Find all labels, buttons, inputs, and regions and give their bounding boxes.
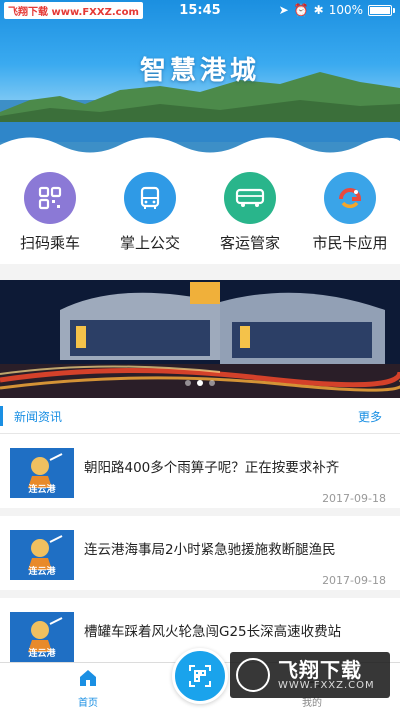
tab-home[interactable]: 首页 bbox=[48, 667, 128, 709]
alarm-icon: ⏰ bbox=[293, 3, 309, 17]
bluetooth-icon: ✱ bbox=[313, 3, 324, 17]
banner-dot[interactable] bbox=[209, 380, 215, 386]
news-thumbnail: 连云港 bbox=[10, 530, 74, 580]
wave-divider bbox=[0, 137, 400, 160]
news-thumbnail: 连云港 bbox=[10, 612, 74, 662]
quick-label: 掌上公交 bbox=[119, 234, 180, 252]
watermark-text: 飞翔下载 bbox=[278, 658, 362, 682]
quick-label: 客运管家 bbox=[219, 234, 280, 252]
status-icons: ➤ ⏰ ✱ 100% bbox=[278, 3, 395, 17]
battery-icon bbox=[368, 4, 395, 16]
watermark-url: WWW.FXXZ.COM bbox=[278, 680, 375, 691]
quick-bus[interactable]: 掌上公交 bbox=[100, 172, 200, 253]
quick-actions: 扫码乘车 掌上公交 客运管家 市民卡应用 bbox=[0, 160, 400, 264]
overlay-watermark: 飞翔下载 WWW.FXXZ.COM bbox=[230, 652, 390, 698]
banner-pagination bbox=[0, 380, 400, 386]
quick-label: 扫码乘车 bbox=[19, 234, 80, 252]
brt-banner[interactable] bbox=[0, 280, 400, 398]
quick-citizen-card[interactable]: 市民卡应用 bbox=[300, 172, 400, 253]
status-bar: 飞翔下载 www.FXXZ.com 15:45 ➤ ⏰ ✱ 100% bbox=[0, 0, 400, 22]
header-banner: 飞翔下载 www.FXXZ.com 15:45 ➤ ⏰ ✱ 100% 智慧港城 bbox=[0, 0, 400, 160]
watermark-logo-icon bbox=[236, 658, 270, 692]
news-item[interactable]: 连云港 连云港海事局2小时紧急驰援施救断腿渔民 2017-09-18 bbox=[0, 516, 400, 598]
scan-icon bbox=[189, 665, 211, 687]
quick-coach[interactable]: 客运管家 bbox=[200, 172, 300, 253]
news-item[interactable]: 连云港 朝阳路400多个雨箅子呢？正在按要求补齐 2017-09-18 bbox=[0, 434, 400, 516]
citizen-card-icon bbox=[324, 172, 376, 224]
news-accent-bar bbox=[0, 406, 3, 426]
banner-dot-active[interactable] bbox=[197, 380, 203, 386]
tab-home-label: 首页 bbox=[78, 698, 98, 709]
home-icon bbox=[80, 670, 96, 686]
news-header: 新闻资讯 更多 bbox=[0, 398, 400, 434]
battery-percent: 100% bbox=[328, 3, 363, 17]
news-title: 连云港海事局2小时紧急驰援施救断腿渔民 bbox=[84, 542, 336, 558]
scan-button[interactable] bbox=[172, 648, 228, 704]
news-thumbnail: 连云港 bbox=[10, 448, 74, 498]
news-section-title: 新闻资讯 bbox=[14, 410, 63, 424]
location-icon: ➤ bbox=[278, 3, 289, 17]
coach-icon bbox=[224, 172, 276, 224]
news-title: 槽罐车踩着风火轮急闯G25长深高速收费站 bbox=[84, 624, 342, 640]
quick-scan-ride[interactable]: 扫码乘车 bbox=[0, 172, 100, 253]
app-title: 智慧港城 bbox=[139, 56, 260, 86]
news-date: 2017-09-18 bbox=[322, 574, 386, 587]
thumb-caption: 连云港 bbox=[28, 485, 56, 495]
bus-icon bbox=[124, 172, 176, 224]
banner-dot[interactable] bbox=[185, 380, 191, 386]
thumb-caption: 连云港 bbox=[28, 649, 56, 659]
quick-label: 市民卡应用 bbox=[312, 234, 388, 252]
news-date: 2017-09-18 bbox=[322, 492, 386, 505]
qr-scan-icon bbox=[24, 172, 76, 224]
news-title: 朝阳路400多个雨箅子呢？正在按要求补齐 bbox=[84, 460, 340, 476]
thumb-caption: 连云港 bbox=[28, 567, 56, 577]
news-more-link[interactable]: 更多 bbox=[358, 408, 382, 425]
